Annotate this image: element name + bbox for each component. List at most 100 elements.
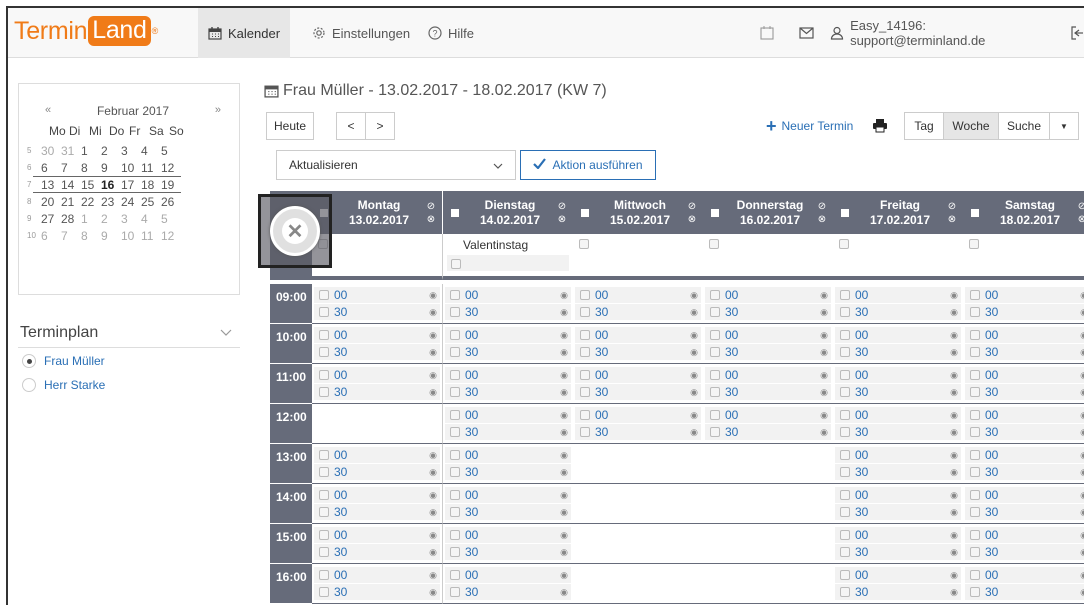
- time-slot[interactable]: 30 ◉: [445, 584, 571, 600]
- empty-time-cell[interactable]: [703, 524, 834, 564]
- time-slot[interactable]: 00 ◉: [445, 447, 571, 463]
- slot-label[interactable]: 00: [985, 568, 998, 582]
- time-slot[interactable]: 00 ◉: [835, 447, 961, 463]
- week-number[interactable]: 9: [27, 214, 41, 223]
- slot-label[interactable]: 00: [334, 488, 347, 502]
- logout-icon[interactable]: [1070, 26, 1084, 40]
- eye-icon[interactable]: ◉: [820, 370, 828, 381]
- slot-checkbox[interactable]: [840, 450, 850, 460]
- slot-checkbox[interactable]: [710, 330, 720, 340]
- time-slot[interactable]: 30 ◉: [835, 424, 961, 440]
- slot-checkbox[interactable]: [840, 370, 850, 380]
- slot-label[interactable]: 00: [985, 288, 998, 302]
- close-circle-icon[interactable]: ⊗: [555, 213, 569, 226]
- check-circle-icon[interactable]: ⊘: [815, 200, 829, 213]
- slot-label[interactable]: 30: [465, 345, 478, 359]
- mini-calendar-day[interactable]: 12: [161, 229, 181, 243]
- time-slot[interactable]: 30 ◉: [314, 544, 440, 560]
- slot-checkbox[interactable]: [580, 290, 590, 300]
- time-slot[interactable]: 30 ◉: [705, 304, 831, 320]
- slot-checkbox[interactable]: [840, 547, 850, 557]
- slot-label[interactable]: 00: [465, 288, 478, 302]
- eye-icon[interactable]: ◉: [690, 410, 698, 421]
- eye-icon[interactable]: ◉: [820, 330, 828, 341]
- eye-icon[interactable]: ◉: [560, 490, 568, 501]
- slot-checkbox[interactable]: [319, 530, 329, 540]
- slot-label[interactable]: 30: [855, 385, 868, 399]
- eye-icon[interactable]: ◉: [690, 370, 698, 381]
- eye-icon[interactable]: ◉: [429, 347, 437, 358]
- slot-checkbox[interactable]: [450, 410, 460, 420]
- eye-icon[interactable]: ◉: [950, 547, 958, 558]
- eye-icon[interactable]: ◉: [950, 290, 958, 301]
- time-slot[interactable]: 30 ◉: [575, 424, 701, 440]
- slot-checkbox[interactable]: [970, 507, 980, 517]
- allday-checkbox[interactable]: [709, 239, 719, 249]
- slot-checkbox[interactable]: [710, 290, 720, 300]
- mini-calendar-day[interactable]: 20: [41, 195, 61, 209]
- mini-calendar-day[interactable]: 18: [141, 178, 161, 192]
- eye-icon[interactable]: ◉: [950, 370, 958, 381]
- time-slot[interactable]: 00 ◉: [314, 327, 440, 343]
- eye-icon[interactable]: ◉: [429, 330, 437, 341]
- calendar-outline-icon[interactable]: [760, 26, 774, 40]
- mini-calendar-day[interactable]: 6: [41, 229, 61, 243]
- slot-checkbox[interactable]: [710, 427, 720, 437]
- view-search-button[interactable]: Suche: [998, 112, 1050, 140]
- slot-checkbox[interactable]: [450, 370, 460, 380]
- eye-icon[interactable]: ◉: [820, 427, 828, 438]
- time-slot[interactable]: 30 ◉: [314, 504, 440, 520]
- mini-calendar-day[interactable]: 1: [81, 212, 101, 226]
- check-circle-icon[interactable]: ⊘: [945, 200, 959, 213]
- mini-calendar-day[interactable]: 9: [101, 161, 121, 175]
- time-slot[interactable]: 00 ◉: [965, 407, 1084, 423]
- time-slot[interactable]: 30 ◉: [965, 344, 1084, 360]
- slot-checkbox[interactable]: [319, 490, 329, 500]
- time-slot[interactable]: 30 ◉: [445, 504, 571, 520]
- slot-label[interactable]: 30: [985, 505, 998, 519]
- time-slot[interactable]: 00 ◉: [965, 327, 1084, 343]
- mini-calendar-day[interactable]: 23: [101, 195, 121, 209]
- mini-calendar-day[interactable]: 28: [61, 212, 81, 226]
- mini-calendar-month[interactable]: Februar 2017: [97, 104, 169, 118]
- close-circle-icon[interactable]: ⊗: [1075, 213, 1084, 226]
- slot-checkbox[interactable]: [970, 570, 980, 580]
- allday-checkbox[interactable]: [451, 259, 461, 269]
- slot-label[interactable]: 00: [855, 408, 868, 422]
- view-week-button[interactable]: Woche: [943, 112, 999, 140]
- slot-label[interactable]: 00: [855, 568, 868, 582]
- select-day-checkbox[interactable]: [581, 208, 589, 217]
- slot-label[interactable]: 00: [595, 408, 608, 422]
- mini-calendar-day[interactable]: 2: [101, 212, 121, 226]
- mini-calendar-day[interactable]: 8: [81, 229, 101, 243]
- eye-icon[interactable]: ◉: [1080, 547, 1084, 558]
- time-slot[interactable]: 30 ◉: [314, 464, 440, 480]
- slot-label[interactable]: 30: [855, 505, 868, 519]
- time-slot[interactable]: 00 ◉: [705, 407, 831, 423]
- slot-checkbox[interactable]: [450, 330, 460, 340]
- empty-time-cell[interactable]: [703, 484, 834, 524]
- close-icon[interactable]: ✕: [270, 206, 320, 256]
- week-number[interactable]: 5: [27, 146, 41, 155]
- slot-label[interactable]: 00: [855, 328, 868, 342]
- eye-icon[interactable]: ◉: [820, 347, 828, 358]
- eye-icon[interactable]: ◉: [429, 547, 437, 558]
- eye-icon[interactable]: ◉: [950, 307, 958, 318]
- time-slot[interactable]: 00 ◉: [314, 487, 440, 503]
- slot-checkbox[interactable]: [580, 370, 590, 380]
- slot-checkbox[interactable]: [970, 587, 980, 597]
- slot-label[interactable]: 30: [855, 425, 868, 439]
- slot-checkbox[interactable]: [450, 507, 460, 517]
- slot-label[interactable]: 00: [595, 328, 608, 342]
- slot-checkbox[interactable]: [450, 490, 460, 500]
- check-circle-icon[interactable]: ⊘: [1075, 200, 1084, 213]
- eye-icon[interactable]: ◉: [560, 587, 568, 598]
- slot-label[interactable]: 00: [985, 528, 998, 542]
- slot-label[interactable]: 00: [465, 488, 478, 502]
- allday-cell[interactable]: Valentinstag: [443, 234, 574, 280]
- eye-icon[interactable]: ◉: [560, 290, 568, 301]
- slot-checkbox[interactable]: [319, 547, 329, 557]
- check-circle-icon[interactable]: ⊘: [685, 200, 699, 213]
- slot-label[interactable]: 30: [725, 385, 738, 399]
- time-slot[interactable]: 30 ◉: [835, 304, 961, 320]
